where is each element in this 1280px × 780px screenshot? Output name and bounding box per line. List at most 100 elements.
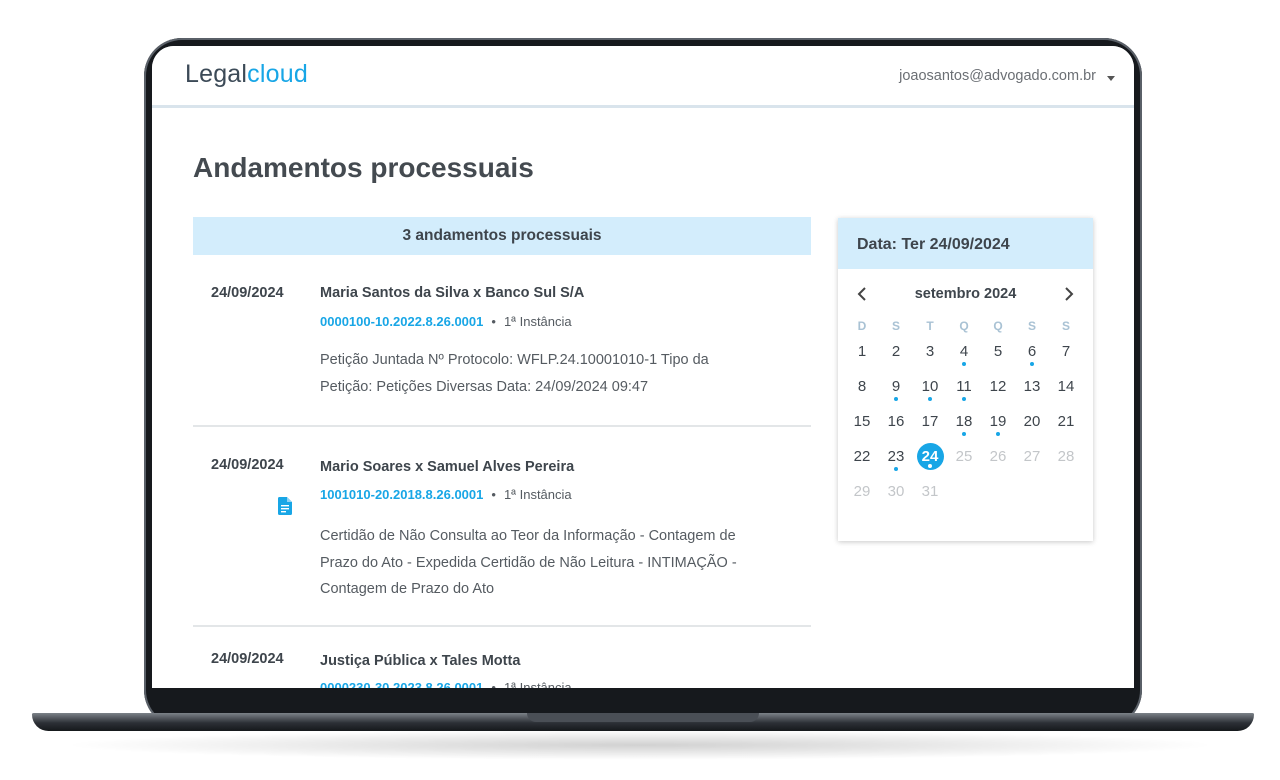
calendar-day-label: 31 [921,483,939,500]
calendar-day[interactable]: 20 [1015,407,1049,437]
calendar-day-selected[interactable]: 24 [913,442,947,472]
app-screen: Legalcloud joaosantos@advogado.com.br An… [152,46,1134,688]
process-number-link[interactable]: 0000100-10.2022.8.26.0001 [320,314,483,329]
calendar-day[interactable]: 3 [913,337,947,367]
weekday-label: S [1027,319,1036,333]
separator-dot: • [491,680,496,688]
calendar-day[interactable]: 13 [1015,372,1049,402]
calendar-day[interactable]: 27 [1015,442,1049,472]
chevron-down-icon[interactable] [1107,76,1115,81]
list-header: 3 andamentos processuais [193,217,811,255]
calendar-day-label: 8 [857,378,867,395]
laptop-notch [527,713,759,722]
calendar-day-label: 30 [887,483,905,500]
event-dot [962,432,966,436]
list-item[interactable]: 24/09/2024 Maria Santos da Silva x Banco… [193,255,811,427]
logo[interactable]: Legalcloud [185,60,308,89]
calendar-day-label: 10 [921,378,939,395]
calendar-day[interactable]: 25 [947,442,981,472]
event-dot [962,397,966,401]
calendar-day[interactable]: 30 [879,477,913,507]
proceedings-list: 3 andamentos processuais 24/09/2024 Mari… [193,217,811,688]
event-dot [894,397,898,401]
process-number-link[interactable]: 0000230-30.2023.8.26.0001 [320,680,483,688]
calendar-day-label: 11 [956,378,972,395]
calendar-day-label: 29 [853,483,871,500]
calendar-day[interactable]: 19 [981,407,1015,437]
event-dot [962,362,966,366]
calendar-day[interactable]: 23 [879,442,913,472]
calendar-day-label: 20 [1023,413,1041,430]
calendar-day[interactable]: 17 [913,407,947,437]
event-dot [928,464,932,468]
calendar-day-label: 23 [887,448,905,465]
user-menu-email[interactable]: joaosantos@advogado.com.br [899,68,1096,84]
calendar-day-label: 3 [925,343,935,360]
calendar-day-label: 28 [1057,448,1075,465]
calendar-nav: setembro 2024 [838,269,1093,305]
calendar-day-label: 13 [1023,378,1041,395]
entry-meta: 0000100-10.2022.8.26.0001 • 1ª Instância [320,314,572,329]
calendar-day[interactable]: 15 [845,407,879,437]
calendar-day[interactable]: 14 [1049,372,1083,402]
calendar-day[interactable]: 12 [981,372,1015,402]
calendar-day[interactable]: 22 [845,442,879,472]
list-item[interactable]: 24/09/2024 Justiça Pública x Tales Motta… [193,627,811,688]
calendar-day[interactable]: 6 [1015,337,1049,367]
document-icon[interactable] [278,497,292,515]
event-dot [1030,362,1034,366]
description-line: Certidão de Não Consulta ao Teor da Info… [320,528,736,544]
calendar-day-label: 6 [1027,343,1037,360]
calendar-day-label: 17 [921,413,939,430]
calendar-day[interactable]: 26 [981,442,1015,472]
calendar-day-label: 18 [955,413,973,430]
list-item[interactable]: 24/09/2024 Mario Soares x Samuel Alves P… [193,427,811,627]
calendar-selected-date: Data: Ter 24/09/2024 [838,218,1093,269]
process-number-link[interactable]: 1001010-20.2018.8.26.0001 [320,487,483,502]
top-bar: Legalcloud joaosantos@advogado.com.br [152,46,1134,108]
calendar-day-label: 24 [921,448,939,465]
calendar-day[interactable]: 29 [845,477,879,507]
calendar-day[interactable]: 18 [947,407,981,437]
calendar-day[interactable]: 16 [879,407,913,437]
entry-description: Certidão de Não Consulta ao Teor da Info… [320,523,770,603]
logo-legal: Legal [185,60,248,88]
weekday-label: T [926,319,934,333]
calendar-day[interactable]: 4 [947,337,981,367]
event-dot [894,467,898,471]
calendar-day[interactable]: 7 [1049,337,1083,367]
calendar-day-label: 15 [853,413,871,430]
calendar-day[interactable]: 10 [913,372,947,402]
calendar-day[interactable]: 1 [845,337,879,367]
instance-label: 1ª Instância [503,487,572,502]
calendar-day-label: 16 [887,413,905,430]
weekday-label: Q [993,319,1003,333]
entry-parties: Justiça Pública x Tales Motta [320,653,521,669]
calendar-day-label: 4 [959,343,969,360]
weekday-label: Q [959,319,969,333]
calendar-day-label: 2 [891,343,901,360]
calendar-day[interactable]: 8 [845,372,879,402]
instance-label: 1ª Instância [503,314,572,329]
calendar-day[interactable]: 2 [879,337,913,367]
calendar-day[interactable]: 11 [947,372,981,402]
calendar-day-label: 5 [993,343,1003,360]
chevron-right-icon[interactable] [1062,286,1076,302]
description-line: Petição: Petições Diversas Data: 24/09/2… [320,378,649,395]
entry-meta: 0000230-30.2023.8.26.0001 • 1ª Instância [320,680,572,688]
calendar-day[interactable]: 31 [913,477,947,507]
calendar-day[interactable]: 21 [1049,407,1083,437]
separator-dot: • [491,314,496,329]
separator-dot: • [491,487,496,502]
description-line: Contagem de Prazo do Ato [320,581,495,597]
calendar-day-label: 22 [853,448,871,465]
description-line: Prazo do Ato - Expedida Certidão de Não … [320,554,737,571]
calendar-day-label: 26 [989,448,1007,465]
entry-parties: Mario Soares x Samuel Alves Pereira [320,459,575,475]
weekday-label: S [891,319,900,333]
calendar-day[interactable]: 9 [879,372,913,402]
calendar-day[interactable]: 5 [981,337,1015,367]
calendar-day-label: 19 [989,413,1007,430]
calendar-day[interactable]: 28 [1049,442,1083,472]
entry-description: Petição Juntada Nº Protocolo: WFLP.24.10… [320,347,770,400]
